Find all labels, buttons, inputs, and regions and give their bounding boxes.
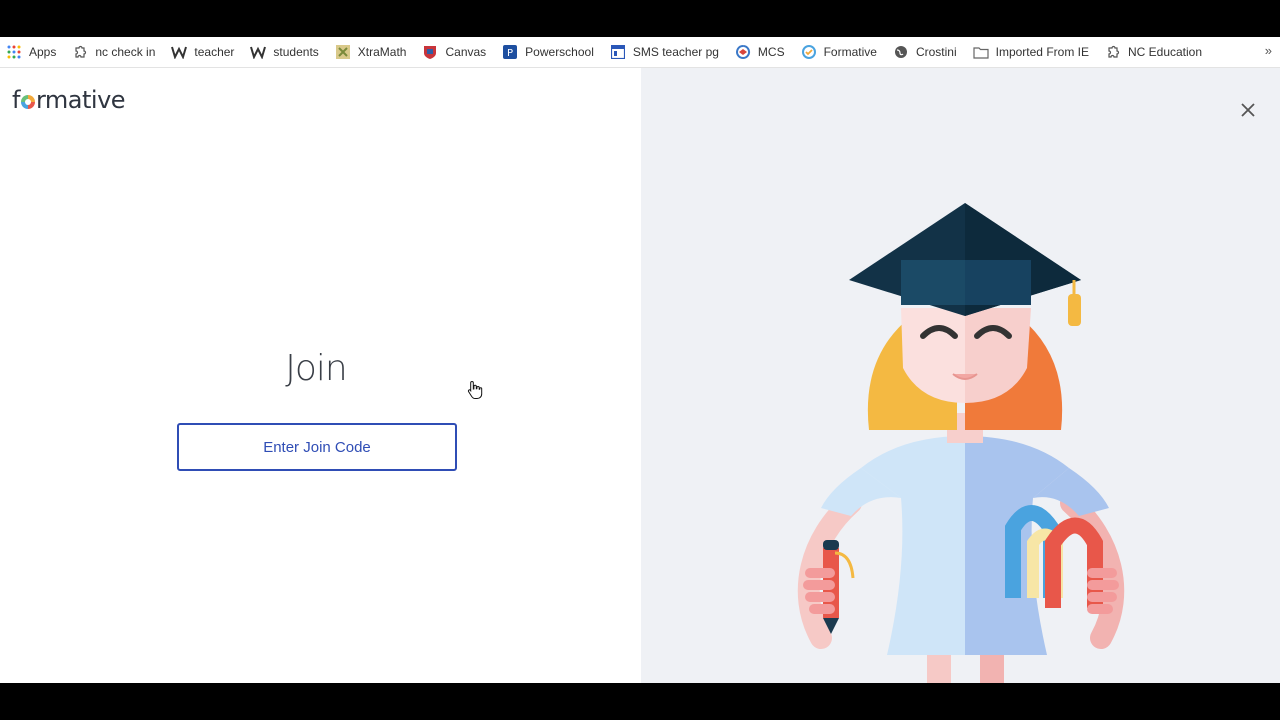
- formative-join-page: f rmative Join Enter Join Code: [0, 68, 1280, 683]
- bookmark-imported-from-ie[interactable]: Imported From IE: [973, 40, 1089, 64]
- bookmark-label: NC Education: [1127, 45, 1203, 59]
- bookmark-label: SMS teacher pg: [632, 45, 719, 59]
- formative-icon: [801, 44, 817, 60]
- bookmark-nc-check-in[interactable]: nc check in: [72, 40, 155, 64]
- bookmark-label: Imported From IE: [995, 45, 1089, 59]
- bookmark-powerschool[interactable]: P Powerschool: [502, 40, 594, 64]
- bookmark-teacher[interactable]: teacher: [171, 40, 234, 64]
- weebly-w-icon: [250, 44, 267, 60]
- logo-o-icon: [20, 95, 35, 109]
- bookmark-label: Apps: [29, 45, 57, 59]
- bookmark-sms-teacher-pg[interactable]: SMS teacher pg: [610, 40, 719, 64]
- svg-text:P: P: [507, 48, 513, 59]
- bookmark-label: Canvas: [445, 45, 487, 59]
- hand-cursor-icon: [467, 380, 483, 399]
- apps-grid-icon: [6, 44, 22, 60]
- bookmark-nc-education[interactable]: NC Education: [1105, 40, 1202, 64]
- video-letterbox-bottom: [0, 683, 1280, 720]
- bookmark-label: Formative: [823, 45, 877, 59]
- bookmark-label: MCS: [757, 45, 785, 59]
- puzzle-icon: [1105, 44, 1121, 60]
- bookmark-apps[interactable]: Apps: [6, 40, 56, 64]
- folder-icon: [973, 44, 989, 60]
- mcs-icon: [735, 44, 751, 60]
- bookmark-label: Powerschool: [525, 45, 594, 59]
- weebly-w-icon: [171, 44, 188, 60]
- bookmark-canvas[interactable]: Canvas: [422, 40, 486, 64]
- globe-icon: [893, 44, 909, 60]
- canvas-icon: [422, 44, 438, 60]
- xtramath-icon: [335, 44, 351, 60]
- logo-text-end: rmative: [35, 86, 126, 114]
- bookmark-label: XtraMath: [357, 45, 407, 59]
- sms-page-icon: [610, 44, 626, 60]
- bookmark-students[interactable]: students: [250, 40, 319, 64]
- join-panel: f rmative Join Enter Join Code: [0, 68, 641, 683]
- close-icon: [1241, 103, 1255, 117]
- bookmark-formative[interactable]: Formative: [801, 40, 877, 64]
- enter-join-code-button[interactable]: Enter Join Code: [177, 423, 457, 471]
- formative-logo[interactable]: f rmative: [12, 86, 126, 114]
- page-title: Join: [285, 348, 347, 389]
- illustration-panel: [641, 68, 1280, 683]
- graduate-student-illustration: [797, 203, 1125, 683]
- logo-text-start: f: [12, 86, 20, 114]
- powerschool-icon: P: [502, 44, 518, 60]
- puzzle-icon: [72, 44, 88, 60]
- bookmark-mcs[interactable]: MCS: [735, 40, 785, 64]
- bookmark-label: nc check in: [95, 45, 156, 59]
- bookmark-label: students: [273, 45, 319, 59]
- bookmarks-overflow-chevron-icon[interactable]: »: [1265, 43, 1272, 58]
- bookmark-crostini[interactable]: Crostini: [893, 40, 957, 64]
- bookmark-label: Crostini: [915, 45, 957, 59]
- bookmark-label: teacher: [194, 45, 235, 59]
- bookmark-xtramath[interactable]: XtraMath: [335, 40, 407, 64]
- video-letterbox-top: [0, 0, 1280, 37]
- close-button[interactable]: [1236, 98, 1260, 122]
- bookmarks-bar: Apps nc check in teacher students XtraMa…: [0, 37, 1280, 68]
